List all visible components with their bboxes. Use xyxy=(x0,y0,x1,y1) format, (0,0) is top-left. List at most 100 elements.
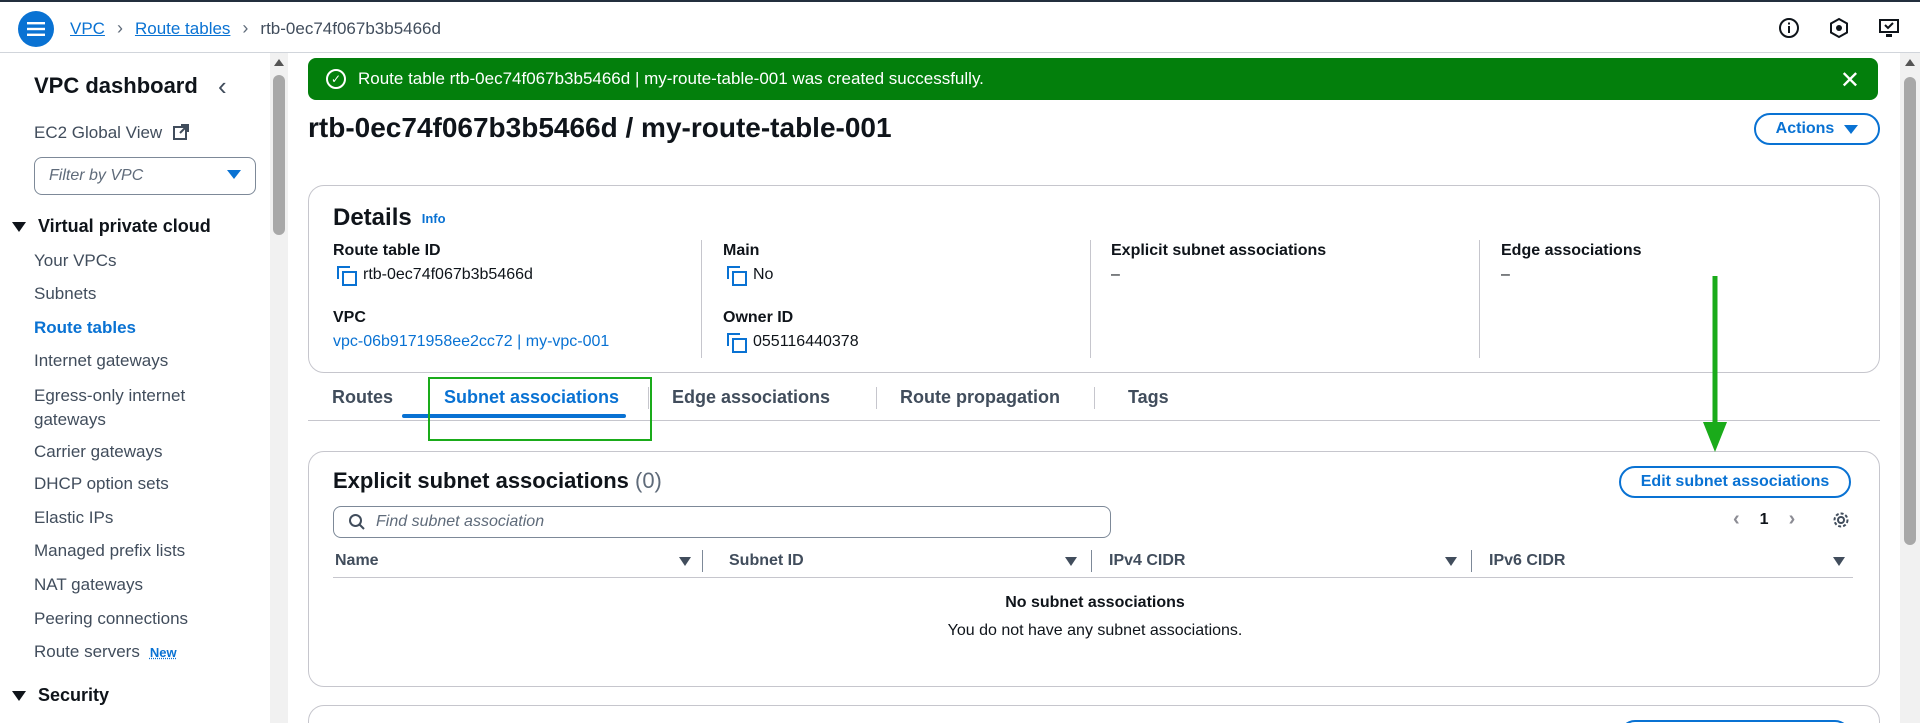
breadcrumb-route-tables-link[interactable]: Route tables xyxy=(135,19,230,39)
top-icons xyxy=(1776,15,1902,41)
sidebar-title[interactable]: VPC dashboard xyxy=(34,73,198,99)
edit-subnet-associations-button[interactable]: Edit subnet associations xyxy=(1619,466,1851,498)
vpc-link[interactable]: vpc-06b9171958ee2cc72 | my-vpc-001 xyxy=(333,333,609,351)
info-icon[interactable] xyxy=(1776,15,1802,41)
chevron-left-icon[interactable]: ‹ xyxy=(218,71,227,102)
sidebar-item-route-servers[interactable]: Route servers New xyxy=(34,642,177,662)
hamburger-menu-button[interactable] xyxy=(18,11,54,47)
sort-icon[interactable] xyxy=(1065,557,1077,566)
sidebar-item-ec2-global-view[interactable]: EC2 Global View xyxy=(34,123,189,143)
success-flash-banner: ✓ Route table rtb-0ec74f067b3b5466d | my… xyxy=(308,58,1878,100)
copy-icon[interactable] xyxy=(727,266,747,286)
column-divider xyxy=(1090,240,1091,358)
sidebar-item-subnets[interactable]: Subnets xyxy=(34,284,96,304)
sidebar-item-your-vpcs[interactable]: Your VPCs xyxy=(34,251,117,271)
column-resizer[interactable] xyxy=(1471,550,1472,572)
scroll-up-icon[interactable] xyxy=(274,59,284,66)
sidebar-section-label: Security xyxy=(38,685,110,705)
main-value: No xyxy=(727,266,773,286)
breadcrumb: VPC › Route tables › rtb-0ec74f067b3b546… xyxy=(70,18,441,39)
sidebar-item-dhcp-option-sets[interactable]: DHCP option sets xyxy=(34,474,169,494)
main-scrollbar[interactable] xyxy=(1900,53,1920,723)
column-header-ipv6-cidr[interactable]: IPv6 CIDR xyxy=(1489,552,1565,570)
sidebar-scrollbar[interactable] xyxy=(270,53,288,723)
details-panel: Details Info Route table ID rtb-0ec74f067… xyxy=(308,185,1880,373)
external-link-icon xyxy=(172,124,189,140)
explicit-associations-heading: Explicit subnet associations (0) xyxy=(333,468,662,494)
scrollbar-thumb[interactable] xyxy=(273,75,285,235)
explicit-associations-value: – xyxy=(1111,266,1120,283)
check-circle-icon: ✓ xyxy=(326,69,346,89)
tab-tags[interactable]: Tags xyxy=(1128,387,1169,408)
scroll-up-icon[interactable] xyxy=(1905,59,1915,66)
column-divider xyxy=(701,240,702,358)
notifications-icon[interactable] xyxy=(1826,15,1852,41)
sidebar-item-route-tables[interactable]: Route tables xyxy=(34,318,136,338)
chevron-right-icon: › xyxy=(116,18,123,38)
chevron-right-icon[interactable]: › xyxy=(1789,508,1796,531)
route-table-id-value: rtb-0ec74f067b3b5466d xyxy=(337,266,533,286)
caret-down-icon xyxy=(227,170,241,179)
tab-route-propagation[interactable]: Route propagation xyxy=(900,387,1060,408)
sort-icon[interactable] xyxy=(1445,557,1457,566)
breadcrumb-current: rtb-0ec74f067b3b5466d xyxy=(260,18,441,38)
sort-icon[interactable] xyxy=(679,557,691,566)
sort-icon[interactable] xyxy=(1833,557,1845,566)
main-content: ✓ Route table rtb-0ec74f067b3b5466d | my… xyxy=(288,53,1900,723)
scrollbar-thumb[interactable] xyxy=(1904,77,1916,545)
column-header-subnet-id[interactable]: Subnet ID xyxy=(729,552,804,570)
annotation-highlight-box xyxy=(428,377,652,441)
sidebar-item-elastic-ips[interactable]: Elastic IPs xyxy=(34,508,113,528)
caret-down-icon xyxy=(12,691,26,701)
column-header-name[interactable]: Name xyxy=(335,552,379,570)
edge-associations-label: Edge associations xyxy=(1501,242,1642,259)
sidebar-item-peering-connections[interactable]: Peering connections xyxy=(34,609,188,629)
column-divider xyxy=(1479,240,1480,358)
copy-icon[interactable] xyxy=(337,266,357,286)
gear-icon[interactable] xyxy=(1831,510,1851,535)
annotation-arrow-icon xyxy=(1703,276,1727,452)
tab-edge-associations[interactable]: Edge associations xyxy=(672,387,830,408)
sidebar-item-label: Route servers xyxy=(34,642,140,661)
sidebar-item-carrier-gateways[interactable]: Carrier gateways xyxy=(34,442,163,462)
chevron-left-icon[interactable]: ‹ xyxy=(1733,508,1740,531)
tab-routes[interactable]: Routes xyxy=(332,387,393,408)
close-icon[interactable]: ✕ xyxy=(1840,66,1860,95)
empty-state-description: You do not have any subnet associations. xyxy=(947,622,1243,639)
sidebar-section-label: Virtual private cloud xyxy=(38,216,211,236)
sidebar-item-nat-gateways[interactable]: NAT gateways xyxy=(34,575,143,595)
vpc-filter-select[interactable]: Filter by VPC xyxy=(34,157,256,195)
menu-icon xyxy=(27,22,45,36)
explicit-associations-heading-text: Explicit subnet associations xyxy=(333,468,629,493)
search-icon xyxy=(349,514,365,530)
explicit-associations-label: Explicit subnet associations xyxy=(1111,242,1327,259)
owner-id-text: 055116440378 xyxy=(753,333,859,350)
owner-id-label: Owner ID xyxy=(723,309,794,326)
tab-divider xyxy=(1094,387,1095,409)
column-resizer[interactable] xyxy=(702,550,703,572)
sidebar-section-virtual-private-cloud[interactable]: Virtual private cloud xyxy=(12,216,211,237)
search-placeholder: Find subnet association xyxy=(376,513,545,530)
subnets-without-explicit-associations-panel xyxy=(308,705,1880,723)
column-resizer[interactable] xyxy=(1091,550,1092,572)
chevron-right-icon: › xyxy=(242,18,249,38)
actions-label: Actions xyxy=(1775,120,1835,137)
sidebar-section-security[interactable]: Security xyxy=(12,685,109,706)
edge-associations-value: – xyxy=(1501,266,1510,283)
column-header-ipv4-cidr[interactable]: IPv4 CIDR xyxy=(1109,552,1185,570)
copy-icon[interactable] xyxy=(727,333,747,353)
route-table-id-label: Route table ID xyxy=(333,242,441,259)
actions-button[interactable]: Actions xyxy=(1754,113,1880,145)
breadcrumb-vpc-link[interactable]: VPC xyxy=(70,19,105,39)
feedback-icon[interactable] xyxy=(1876,15,1902,41)
info-link[interactable]: Info xyxy=(422,211,446,226)
sidebar-item-managed-prefix-lists[interactable]: Managed prefix lists xyxy=(34,541,185,561)
sidebar-item-egress-only-internet-gateways[interactable]: Egress-only internet gateways xyxy=(34,384,214,432)
search-input[interactable]: Find subnet association xyxy=(333,506,1111,538)
sidebar-item-internet-gateways[interactable]: Internet gateways xyxy=(34,351,168,371)
top-navigation-bar: VPC › Route tables › rtb-0ec74f067b3b546… xyxy=(0,0,1920,53)
flash-message: Route table rtb-0ec74f067b3b5466d | my-r… xyxy=(358,69,984,88)
details-heading-text: Details xyxy=(333,204,412,231)
details-heading: Details Info xyxy=(333,204,446,232)
page-number[interactable]: 1 xyxy=(1760,511,1769,529)
